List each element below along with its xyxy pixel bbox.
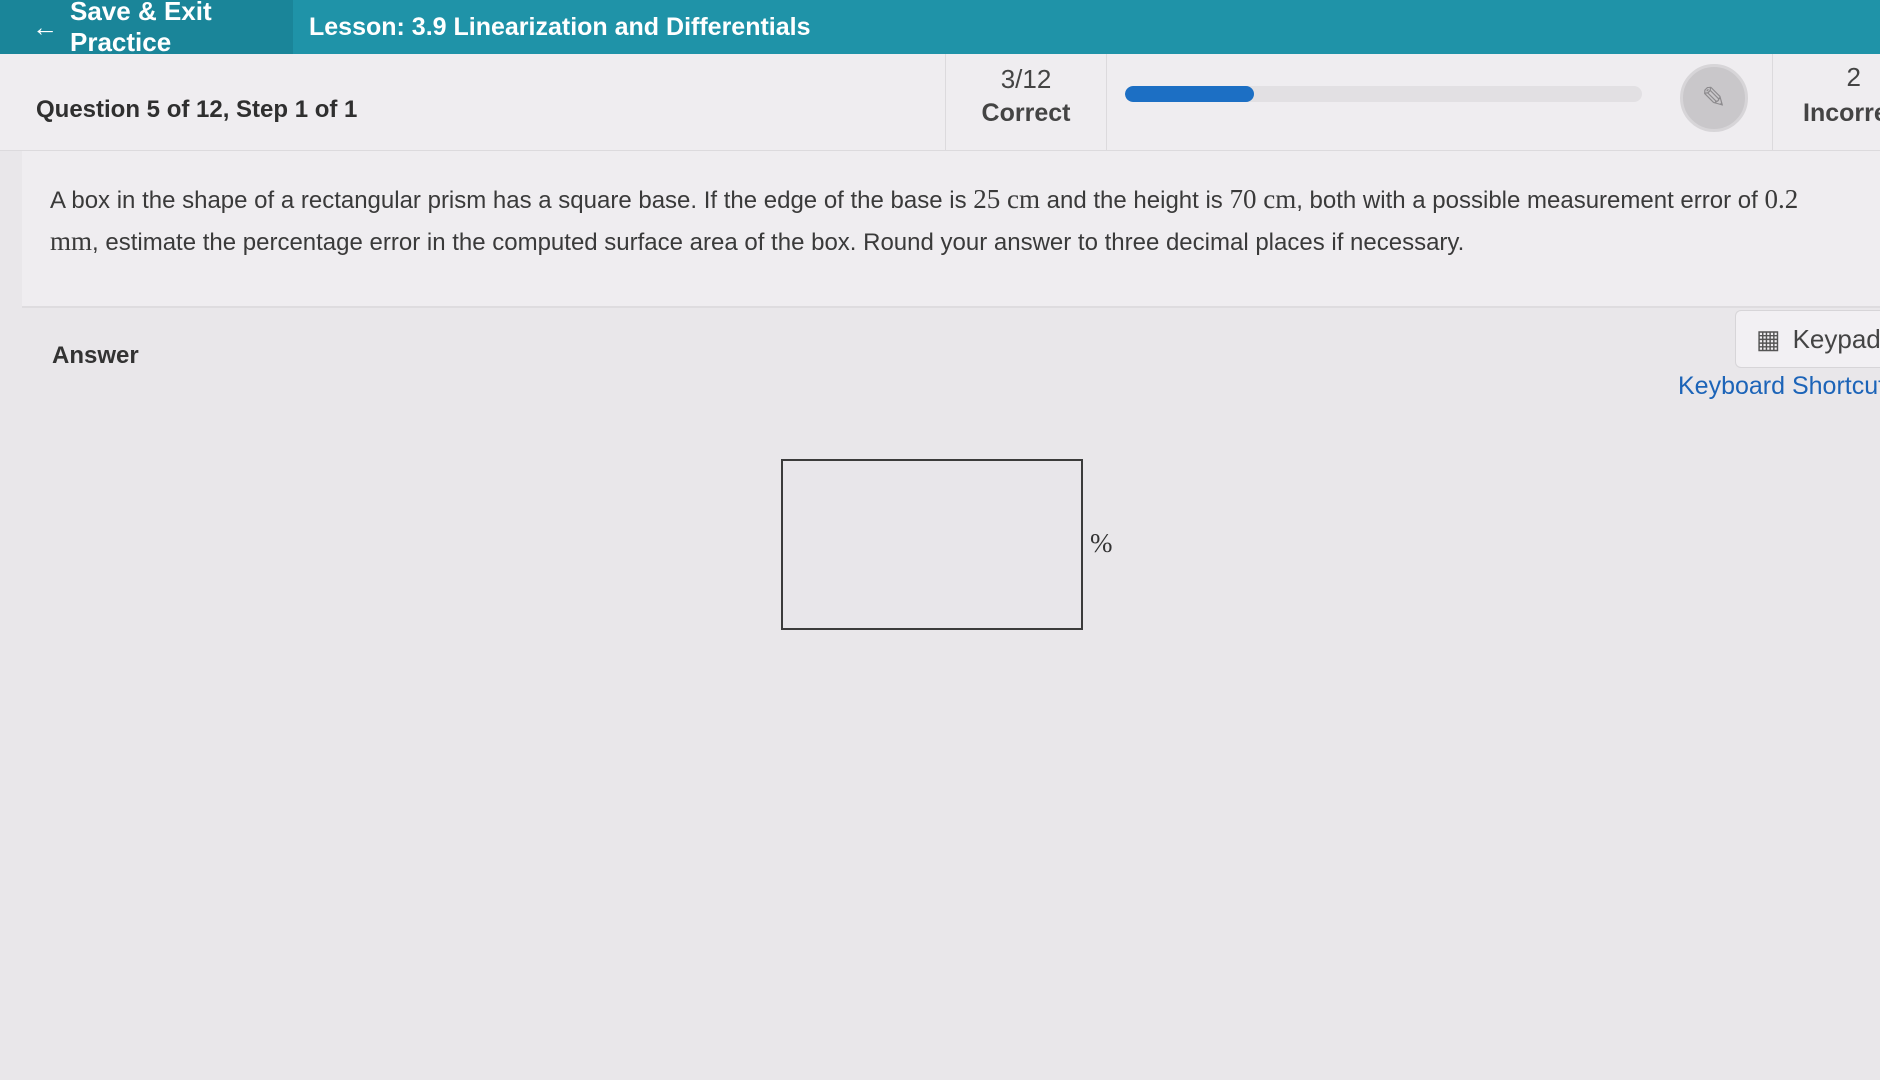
incorrect-label: Incorrect bbox=[1803, 99, 1880, 127]
top-bar: ← Save & Exit Practice Lesson: 3.9 Linea… bbox=[0, 0, 1880, 57]
lesson-title: Lesson: 3.9 Linearization and Differenti… bbox=[309, 12, 811, 41]
keypad-button[interactable]: ▦ Keypad bbox=[1735, 310, 1880, 368]
keypad-label: Keypad bbox=[1792, 323, 1880, 354]
incorrect-score: 2 Incorrect bbox=[1772, 54, 1880, 150]
correct-label: Correct bbox=[981, 99, 1071, 127]
correct-score: 3/12 Correct bbox=[945, 54, 1107, 150]
answer-input[interactable] bbox=[781, 459, 1083, 630]
question-text-part: , estimate the percentage error in the c… bbox=[92, 229, 1465, 256]
answer-label: Answer bbox=[52, 342, 139, 369]
question-panel: A box in the shape of a rectangular pris… bbox=[22, 151, 1880, 308]
calculator-icon: ▦ bbox=[1756, 323, 1781, 354]
question-step-label: Question 5 of 12, Step 1 of 1 bbox=[36, 96, 358, 123]
left-arrow-icon: ← bbox=[32, 11, 58, 42]
question-header: Question 5 of 12, Step 1 of 1 3/12 Corre… bbox=[0, 54, 1880, 151]
question-text-part: , both with a possible measurement error… bbox=[1296, 187, 1765, 214]
pencil-icon[interactable]: ✎ bbox=[1680, 64, 1748, 132]
incorrect-count: 2 bbox=[1846, 62, 1861, 92]
math-value: 70 cm bbox=[1229, 184, 1297, 214]
save-exit-button[interactable]: ← Save & Exit Practice bbox=[0, 0, 293, 57]
progress-bar bbox=[1125, 86, 1642, 102]
question-text-part: A box in the shape of a rectangular pris… bbox=[50, 187, 974, 214]
keyboard-shortcuts-link[interactable]: Keyboard Shortcuts bbox=[1678, 372, 1880, 401]
correct-count: 3/12 bbox=[1000, 64, 1052, 94]
percent-unit: % bbox=[1090, 528, 1113, 558]
progress-fill bbox=[1125, 86, 1255, 102]
question-text-part: and the height is bbox=[1040, 187, 1230, 214]
math-value: 25 cm bbox=[973, 184, 1040, 214]
save-exit-label: Save & Exit Practice bbox=[70, 0, 212, 57]
question-text: A box in the shape of a rectangular pris… bbox=[50, 179, 1850, 263]
